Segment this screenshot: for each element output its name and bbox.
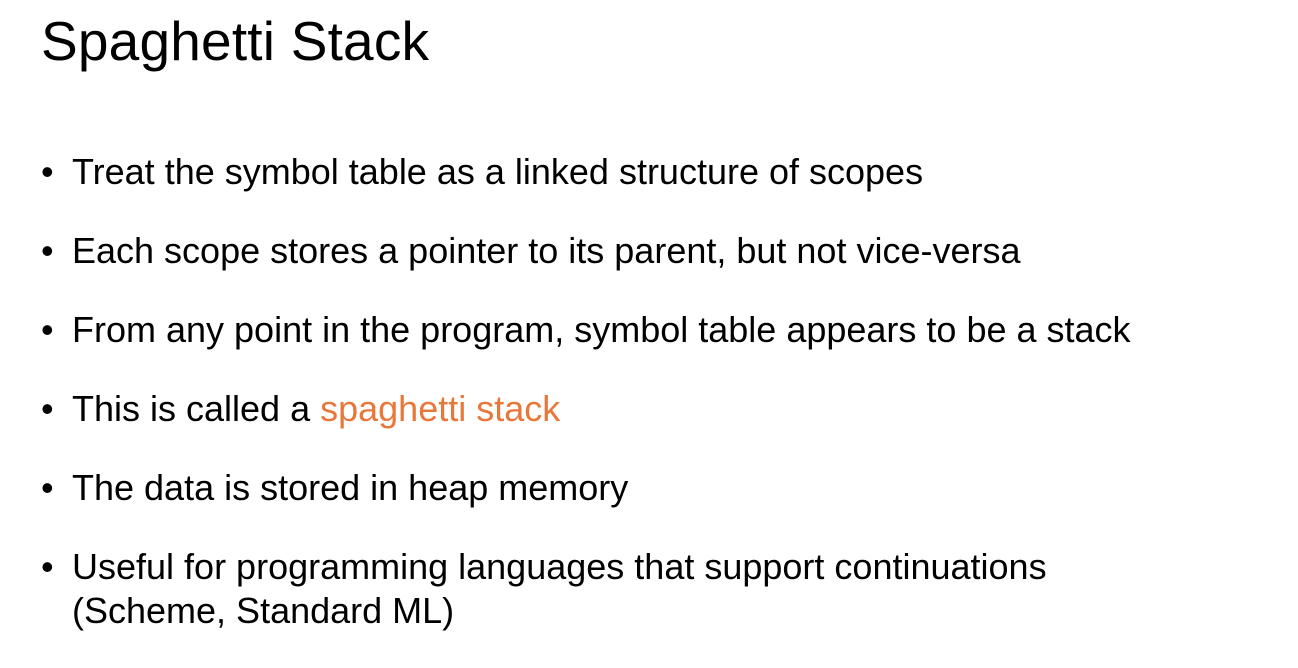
bullet-text: From any point in the program, symbol ta… [72,309,1131,350]
bullet-item: • Useful for programming languages that … [41,545,1291,633]
bullet-dot-icon: • [41,388,54,429]
bullet-text-line2: (Scheme, Standard ML) [72,590,455,631]
bullet-item: • The data is stored in heap memory [41,466,1291,510]
bullet-list: • Treat the symbol table as a linked str… [41,150,1291,668]
bullet-dot-icon: • [41,230,54,271]
bullet-text: The data is stored in heap memory [72,467,629,508]
highlighted-term: spaghetti stack [320,388,561,429]
bullet-item: • Each scope stores a pointer to its par… [41,229,1291,273]
bullet-dot-icon: • [41,309,54,350]
bullet-item: • Treat the symbol table as a linked str… [41,150,1291,194]
bullet-dot-icon: • [41,151,54,192]
bullet-text: Each scope stores a pointer to its paren… [72,230,1021,271]
bullet-text-prefix: This is called a [72,388,321,429]
slide-title: Spaghetti Stack [41,10,430,72]
bullet-dot-icon: • [41,546,54,587]
slide: Spaghetti Stack • Treat the symbol table… [0,0,1298,649]
bullet-item: • This is called a spaghetti stack [41,387,1291,431]
bullet-dot-icon: • [41,467,54,508]
bullet-text-line1: Useful for programming languages that su… [72,546,1047,587]
bullet-text: Treat the symbol table as a linked struc… [72,151,924,192]
bullet-item: • From any point in the program, symbol … [41,308,1291,352]
